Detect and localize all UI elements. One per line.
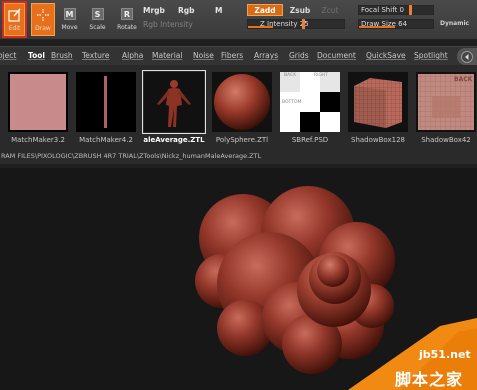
rotate-icon: R (121, 8, 133, 20)
move-icon: M (63, 8, 76, 20)
scale-button[interactable]: S Scale (87, 3, 108, 36)
menu-item-tool[interactable]: Tool (28, 51, 45, 60)
menu-item-fibers[interactable]: Fibers (221, 51, 243, 60)
edit-button[interactable]: Edit (2, 1, 27, 38)
z-intensity-slider[interactable]: Z Intensity 25 (247, 19, 345, 29)
tool-thumbnail-matchmaker3[interactable] (8, 72, 68, 132)
watermark-text: 脚本之家 (395, 370, 464, 389)
tool-thumbnail-polysphere[interactable] (212, 72, 272, 132)
sbref-back-label: BACK (284, 73, 297, 78)
draw-size-fill (359, 26, 395, 28)
zcut-button[interactable]: Zcut (318, 4, 342, 16)
scale-label: Scale (89, 24, 106, 31)
sphere-thumbnail (212, 72, 272, 132)
tool-label-shadowbox128: ShadowBox128 (351, 136, 405, 144)
tool-thumbnail-shadowbox128[interactable] (348, 72, 408, 132)
tool-label-sbref: SBRef.PSD (291, 136, 329, 144)
rgb-intensity-slider[interactable]: Rgb Intensity (143, 20, 193, 29)
tool-label-human-male: aleAverage.ZTL (143, 136, 205, 144)
draw-icon (35, 7, 51, 23)
human-figure-thumbnail (144, 72, 204, 132)
tool-label-matchmaker4: MatchMaker4.2 (79, 136, 133, 144)
rotate-label: Rotate (117, 24, 137, 31)
tool-label-shadowbox42: ShadowBox42 (421, 136, 471, 144)
tool-thumbnail-shadowbox42[interactable]: BACK (416, 72, 476, 132)
dynamic-button[interactable]: Dynamic (440, 20, 469, 27)
shadowbox-back-label: BACK (454, 76, 473, 83)
menu-item-quicksave[interactable]: QuickSave (366, 51, 406, 60)
move-label: Move (61, 24, 78, 31)
sbref-bottom-label: BOTTOM (282, 100, 302, 105)
focal-shift-knob[interactable] (409, 5, 412, 15)
rgb-button[interactable]: Rgb (178, 6, 195, 15)
tool-thumbnail-matchmaker4[interactable] (76, 72, 136, 132)
m-button[interactable]: M (215, 6, 222, 15)
tool-label-matchmaker3: MatchMaker3.2 (11, 136, 65, 144)
edit-icon (7, 7, 23, 23)
menu-scroll-button[interactable] (457, 48, 477, 65)
edit-label: Edit (8, 25, 21, 32)
file-path: RAM FILES\PIXOLOGIC\ZBRUSH 4R7 TRIAL\ZTo… (1, 152, 262, 160)
black-plane-thumbnail (76, 72, 136, 132)
arrow-left-icon (461, 50, 473, 63)
watermark-url: jb51.net (419, 348, 471, 361)
pink-plane-thumbnail (8, 72, 68, 132)
move-button[interactable]: M Move (60, 3, 79, 36)
top-toolbar: Edit Draw M Move S Scale R Rotate Mrgb R… (0, 0, 477, 40)
menu-item-document[interactable]: Document (317, 51, 356, 60)
focal-shift-slider[interactable]: Focal Shift 0 (358, 5, 434, 15)
scale-icon: S (91, 8, 104, 20)
mrgb-button[interactable]: Mrgb (143, 6, 165, 15)
tool-thumbnail-sbref[interactable]: BACK RIGHT BOTTOM (280, 72, 340, 132)
draw-label: Draw (35, 25, 51, 32)
z-intensity-knob[interactable] (302, 19, 305, 29)
cube-thumbnail (348, 72, 408, 132)
tool-palette: MatchMaker3.2 MatchMaker4.2 aleAverage.Z… (0, 66, 477, 164)
menu-item-spotlight[interactable]: Spotlight (414, 51, 448, 60)
tool-thumbnail-human-male[interactable] (142, 70, 206, 134)
z-intensity-fill (248, 26, 273, 28)
menu-item-project[interactable]: oject (0, 51, 16, 60)
menu-item-arrays[interactable]: Arrays (254, 51, 278, 60)
menu-item-noise[interactable]: Noise (193, 51, 214, 60)
draw-size-slider[interactable]: Draw Size 64 (358, 19, 434, 29)
zadd-button[interactable]: Zadd (247, 4, 283, 16)
rotate-button[interactable]: R Rotate (115, 3, 139, 36)
menu-item-alpha[interactable]: Alpha (122, 51, 143, 60)
menu-item-texture[interactable]: Texture (82, 51, 109, 60)
menu-bar: oject Tool Brush Texture Alpha Material … (0, 46, 477, 66)
menu-item-brush[interactable]: Brush (51, 51, 73, 60)
draw-size-value: 64 (398, 20, 408, 28)
draw-button[interactable]: Draw (31, 3, 55, 36)
zsub-button[interactable]: Zsub (284, 4, 316, 16)
menu-item-grids[interactable]: Grids (289, 51, 309, 60)
focal-shift-label: Focal Shift (361, 6, 398, 14)
sbref-right-label: RIGHT (314, 73, 329, 78)
tool-label-polysphere: PolySphere.ZTl (215, 136, 269, 144)
focal-shift-value: 0 (399, 6, 404, 14)
menu-item-material[interactable]: Material (152, 51, 182, 60)
